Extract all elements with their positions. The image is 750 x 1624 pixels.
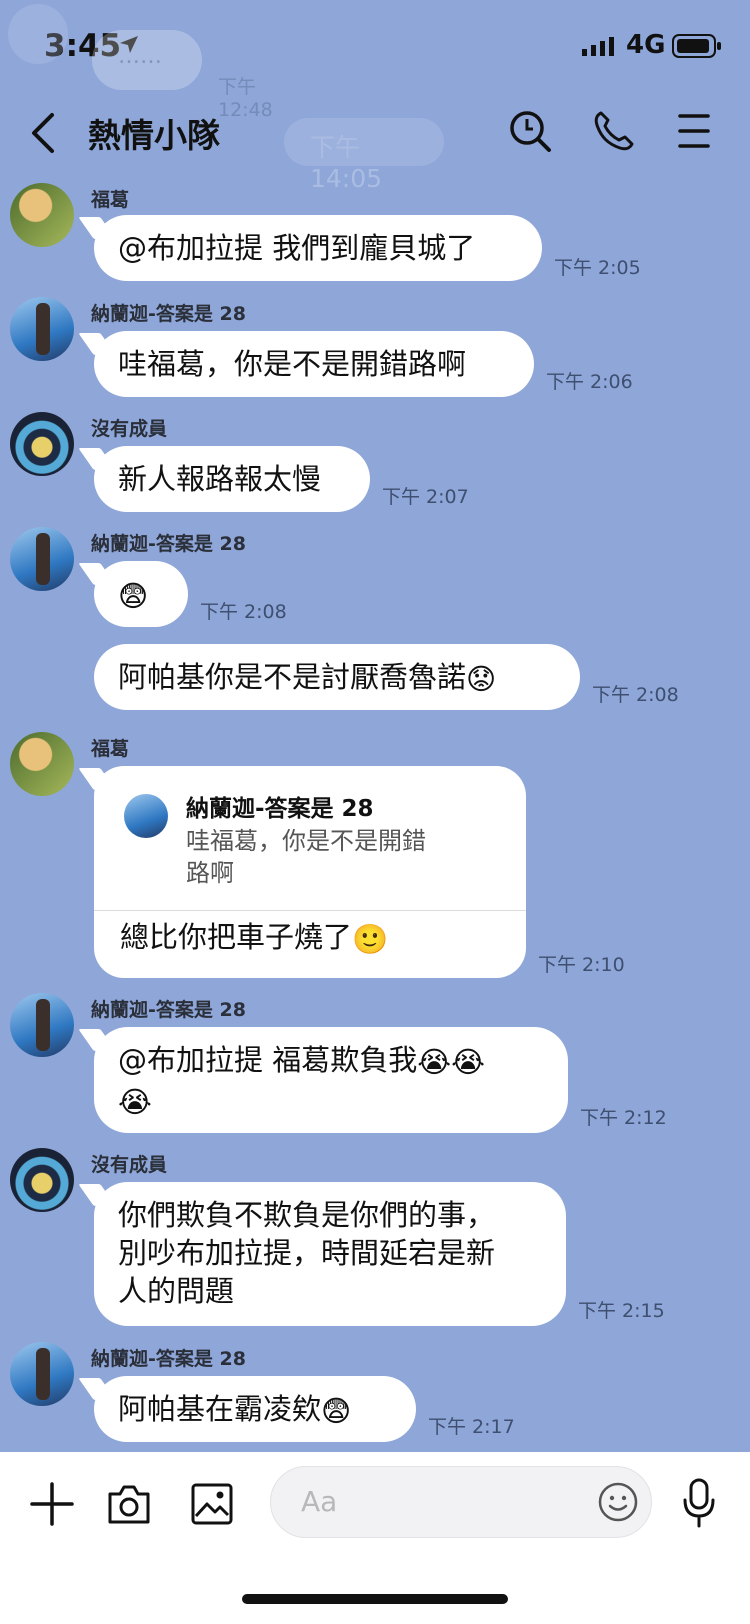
- quoted-message[interactable]: 納蘭迦-答案是 28 哇福葛，你是不是開錯 路啊: [94, 766, 526, 910]
- sender-name: 福葛: [91, 738, 130, 760]
- crying-emoji: 😭: [118, 1085, 152, 1119]
- message-time: 下午 2:06: [546, 371, 633, 393]
- message-text: 哇福葛，你是不是開錯路啊: [118, 347, 467, 381]
- ghost-dots: ……: [118, 44, 162, 69]
- message-text: 阿帕基在霸凌欸: [118, 1392, 322, 1426]
- microphone-icon[interactable]: [682, 1478, 716, 1528]
- image-icon[interactable]: [190, 1482, 234, 1526]
- search-icon[interactable]: [508, 109, 552, 153]
- quoted-text-line2: 路啊: [186, 859, 234, 887]
- crying-emoji: 😭😭: [417, 1045, 485, 1079]
- message-bubble[interactable]: @布加拉提 福葛欺負我😭😭 😭: [94, 1027, 568, 1133]
- camera-icon[interactable]: [106, 1482, 152, 1526]
- message-input[interactable]: Aa: [270, 1466, 652, 1538]
- reply-message-bubble[interactable]: 納蘭迦-答案是 28 哇福葛，你是不是開錯 路啊 總比你把車子燒了🙂: [94, 766, 526, 978]
- back-chevron-icon[interactable]: [28, 111, 58, 155]
- reply-text: 總比你把車子燒了🙂: [120, 918, 388, 958]
- plus-icon[interactable]: [30, 1482, 74, 1526]
- input-bar: Aa: [0, 1452, 750, 1624]
- sender-name: 沒有成員: [91, 1154, 168, 1176]
- avatar[interactable]: [10, 993, 74, 1057]
- message-text: @布加拉提 我們到龐貝城了: [118, 231, 476, 265]
- fearful-emoji: 😨: [118, 579, 149, 613]
- menu-icon[interactable]: [676, 109, 712, 153]
- message-text-line: 別吵布加拉提，時間延宕是新: [118, 1236, 496, 1270]
- sender-name: 福葛: [91, 189, 130, 211]
- message-text: @布加拉提 福葛欺負我: [118, 1043, 418, 1077]
- input-placeholder: Aa: [301, 1485, 338, 1518]
- sender-name: 納蘭迦-答案是 28: [91, 999, 246, 1021]
- message-time: 下午 2:05: [554, 257, 641, 279]
- avatar[interactable]: [10, 183, 74, 247]
- message-text: 總比你把車子燒了: [120, 920, 353, 954]
- message-text-line: 你們欺負不欺負是你們的事，: [118, 1198, 496, 1232]
- message-time: 下午 2:10: [538, 954, 625, 976]
- message-bubble[interactable]: 你們欺負不欺負是你們的事， 別吵布加拉提，時間延宕是新 人的問題: [94, 1182, 566, 1326]
- emoji-icon[interactable]: [597, 1481, 639, 1523]
- message-time: 下午 2:15: [578, 1300, 665, 1322]
- chat-header: 熱情小隊: [0, 95, 750, 175]
- home-indicator[interactable]: [242, 1594, 508, 1604]
- message-bubble[interactable]: 阿帕基你是不是討厭喬魯諾😟: [94, 644, 580, 710]
- signal-icon: [582, 37, 614, 56]
- message-bubble[interactable]: @布加拉提 我們到龐貝城了: [94, 215, 542, 281]
- network-type: 4G: [626, 30, 666, 60]
- avatar[interactable]: [10, 412, 74, 476]
- avatar[interactable]: [10, 1342, 74, 1406]
- message-bubble[interactable]: 哇福葛，你是不是開錯路啊: [94, 331, 534, 397]
- sender-name: 納蘭迦-答案是 28: [91, 533, 246, 555]
- message-time: 下午 2:08: [200, 601, 287, 623]
- avatar[interactable]: [10, 297, 74, 361]
- message-time: 下午 2:07: [382, 486, 469, 508]
- avatar[interactable]: [10, 1148, 74, 1212]
- message-text-line: 人的問題: [118, 1274, 235, 1308]
- message-bubble[interactable]: 新人報路報太慢: [94, 446, 370, 512]
- worried-emoji: 😟: [466, 662, 497, 696]
- message-text: 阿帕基你是不是討厭喬魯諾: [118, 660, 467, 694]
- avatar[interactable]: [10, 732, 74, 796]
- message-bubble[interactable]: 😨: [94, 561, 188, 627]
- message-time: 下午 2:12: [580, 1107, 667, 1129]
- sender-name: 納蘭迦-答案是 28: [91, 303, 246, 325]
- phone-icon[interactable]: [592, 109, 636, 153]
- sender-name: 沒有成員: [91, 418, 168, 440]
- battery-icon: [672, 34, 721, 58]
- chat-title: 熱情小隊: [88, 116, 220, 155]
- avatar[interactable]: [10, 527, 74, 591]
- message-time: 下午 2:17: [428, 1416, 515, 1438]
- quoted-avatar: [124, 794, 168, 838]
- sender-name: 納蘭迦-答案是 28: [91, 1348, 246, 1370]
- fearful-emoji: 😨: [321, 1394, 352, 1428]
- smile-emoji: 🙂: [352, 922, 389, 956]
- reply-divider: [94, 910, 526, 911]
- message-time: 下午 2:08: [592, 684, 679, 706]
- message-bubble[interactable]: 阿帕基在霸凌欸😨: [94, 1376, 416, 1442]
- message-text: 新人報路報太慢: [118, 462, 322, 496]
